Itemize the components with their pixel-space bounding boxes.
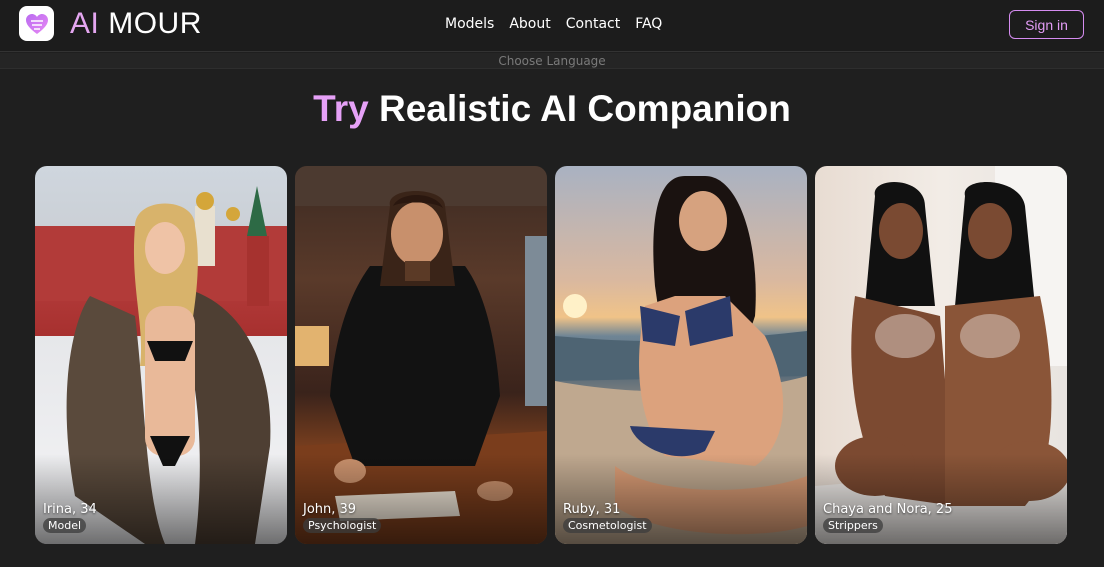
companion-tag: Cosmetologist <box>563 518 652 533</box>
companion-card[interactable]: Ruby, 31 Cosmetologist <box>555 166 807 544</box>
main-nav: Models About Contact FAQ <box>445 16 662 32</box>
brand-name-part1: AI <box>70 7 100 40</box>
title-rest: Realistic AI Companion <box>378 88 791 129</box>
companion-card[interactable]: Irina, 34 Model <box>35 166 287 544</box>
top-bar: AI MOUR Models About Contact FAQ Sign in <box>0 0 1104 52</box>
language-selector[interactable]: Choose Language <box>0 53 1104 69</box>
brand-name-part2: MOUR <box>108 7 202 40</box>
companion-tag: Model <box>43 518 87 533</box>
companion-tag: Strippers <box>823 518 883 533</box>
logo[interactable] <box>19 6 54 41</box>
title-accent: Try <box>313 88 369 129</box>
companion-name: Irina, 34 <box>43 502 97 517</box>
heart-icon <box>25 13 48 34</box>
nav-link-models[interactable]: Models <box>445 16 494 32</box>
companion-tag: Psychologist <box>303 518 382 533</box>
companion-name: Chaya and Nora, 25 <box>823 502 953 517</box>
companion-name: Ruby, 31 <box>563 502 621 517</box>
nav-link-contact[interactable]: Contact <box>566 16 620 32</box>
companion-card[interactable]: Chaya and Nora, 25 Strippers <box>815 166 1067 544</box>
companion-list: Irina, 34 Model John, 39 Psychologist Ru… <box>35 166 1067 544</box>
page-title: Try Realistic AI Companion <box>0 86 1104 132</box>
companion-name: John, 39 <box>303 502 357 517</box>
nav-link-about[interactable]: About <box>509 16 550 32</box>
companion-card[interactable]: John, 39 Psychologist <box>295 166 547 544</box>
nav-link-faq[interactable]: FAQ <box>635 16 662 32</box>
sign-in-button[interactable]: Sign in <box>1009 10 1084 39</box>
brand-name[interactable]: AI MOUR <box>70 6 202 42</box>
